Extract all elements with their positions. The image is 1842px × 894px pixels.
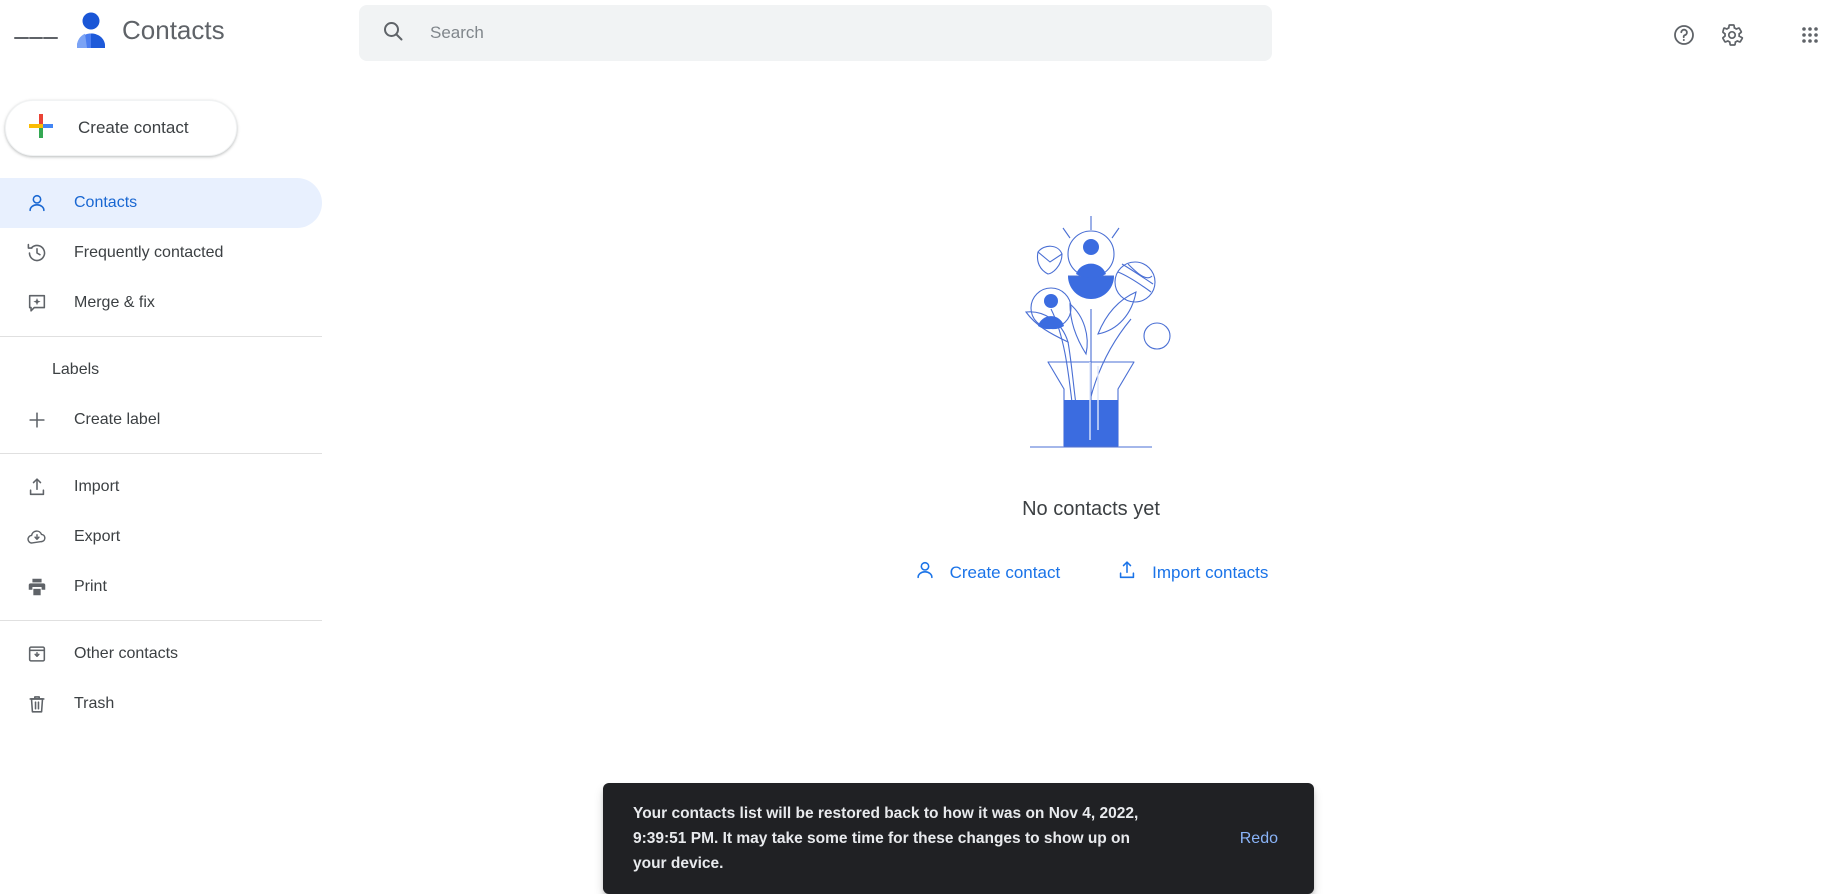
sidebar-labels-title: Labels <box>52 361 100 378</box>
sidebar-item-label: Trash <box>74 695 115 712</box>
sidebar-item-create-label[interactable]: Create label <box>0 395 322 445</box>
sidebar-labels-section-header[interactable]: Labels <box>0 345 340 395</box>
sidebar-item-label: Frequently contacted <box>74 244 224 261</box>
top-app-bar: Contacts <box>0 0 1842 74</box>
snackbar: Your contacts list will be restored back… <box>603 783 1314 894</box>
sidebar-item-export[interactable]: Export <box>0 512 322 562</box>
search-input[interactable] <box>430 23 1190 43</box>
empty-state-title: No contacts yet <box>1022 498 1160 520</box>
sidebar-item-other-contacts[interactable]: Other contacts <box>0 629 322 679</box>
sidebar: Create contact Contacts Frequently conta… <box>0 74 340 881</box>
sidebar-item-label: Print <box>74 578 107 595</box>
google-plus-icon <box>28 113 54 144</box>
sidebar-item-trash[interactable]: Trash <box>0 679 322 729</box>
create-contact-link-label: Create contact <box>949 562 1061 582</box>
create-contact-button[interactable]: Create contact <box>5 100 237 156</box>
app-brand[interactable]: Contacts <box>74 10 225 50</box>
sidebar-item-print[interactable]: Print <box>0 562 322 612</box>
import-contacts-link[interactable]: Import contacts <box>1116 559 1268 586</box>
divider <box>0 453 322 454</box>
create-contact-label: Create contact <box>78 118 189 137</box>
person-outline-icon <box>914 559 936 586</box>
help-circle-icon[interactable] <box>1660 11 1708 59</box>
search-bar[interactable] <box>359 5 1272 61</box>
sidebar-item-label: Other contacts <box>74 645 179 662</box>
sidebar-item-import[interactable]: Import <box>0 462 322 512</box>
page-title: Contacts <box>122 14 225 45</box>
hamburger-line <box>14 37 29 39</box>
import-upload-icon <box>1116 559 1138 586</box>
apps-grid-icon[interactable] <box>1786 11 1834 59</box>
create-contact-link[interactable]: Create contact <box>914 559 1061 586</box>
sidebar-item-label: Merge & fix <box>74 294 155 311</box>
sidebar-item-merge-and-fix[interactable]: Merge & fix <box>0 278 322 328</box>
search-icon <box>381 19 405 48</box>
sidebar-nav: Contacts Frequently contacted Merge & fi… <box>0 178 340 729</box>
topbar-actions <box>1660 11 1834 59</box>
divider <box>0 620 322 621</box>
sidebar-item-label: Export <box>74 528 121 545</box>
hamburger-menu-icon[interactable] <box>14 16 59 60</box>
sidebar-item-frequently-contacted[interactable]: Frequently contacted <box>0 228 322 278</box>
hamburger-line <box>28 37 44 39</box>
contacts-person-logo <box>74 10 108 50</box>
vase-of-contact-flowers-illustration <box>1006 214 1176 454</box>
divider <box>0 336 322 337</box>
sidebar-item-contacts[interactable]: Contacts <box>0 178 322 228</box>
sidebar-item-label: Contacts <box>74 194 138 211</box>
snackbar-message: Your contacts list will be restored back… <box>633 805 1139 872</box>
sidebar-item-label: Create label <box>74 411 161 428</box>
empty-state-actions: Create contact Import contacts <box>914 559 1268 586</box>
snackbar-redo-button[interactable]: Redo <box>1226 822 1292 856</box>
empty-state: No contacts yet Create contact Import co… <box>340 214 1842 586</box>
main-content: No contacts yet Create contact Import co… <box>340 74 1842 881</box>
hamburger-line <box>43 37 59 39</box>
import-contacts-link-label: Import contacts <box>1152 562 1269 582</box>
sidebar-item-label: Import <box>74 478 120 495</box>
gear-icon[interactable] <box>1708 11 1756 59</box>
